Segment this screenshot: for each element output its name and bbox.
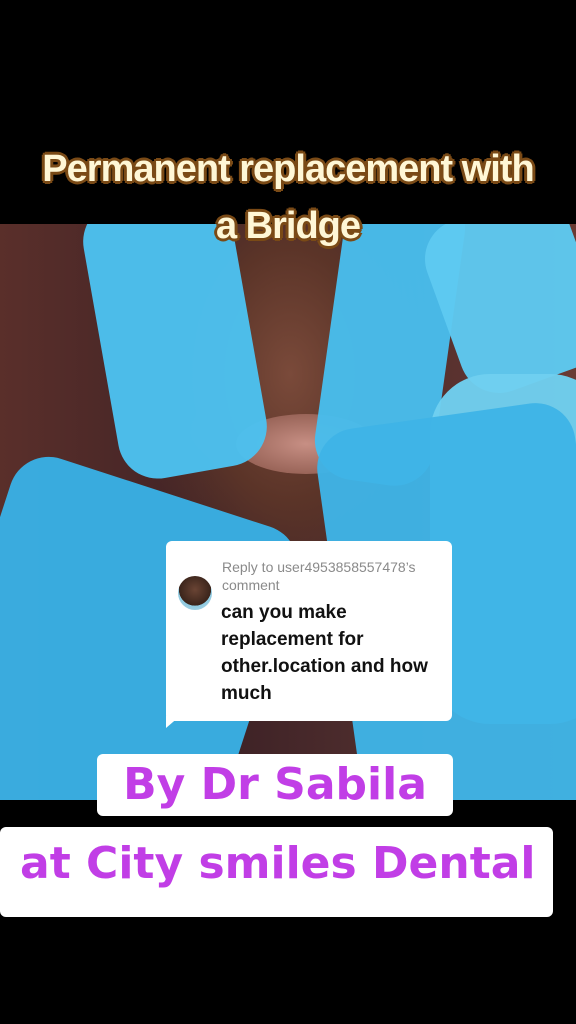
reply-comment-text: can you make replacement for other.locat… <box>221 602 428 704</box>
caption-clinic: at City smiles Dental <box>0 827 553 917</box>
caption-doctor: By Dr Sabila <box>97 754 453 816</box>
reply-card-tail <box>166 716 180 728</box>
user-avatar-icon[interactable] <box>178 576 212 610</box>
glove-finger-left <box>76 224 274 485</box>
video-title-line2: a Bridge <box>215 205 361 247</box>
reply-meta-text: Reply to user4953858557478’s comment <box>222 559 416 593</box>
video-title-line1: Permanent replacement with <box>42 148 534 190</box>
